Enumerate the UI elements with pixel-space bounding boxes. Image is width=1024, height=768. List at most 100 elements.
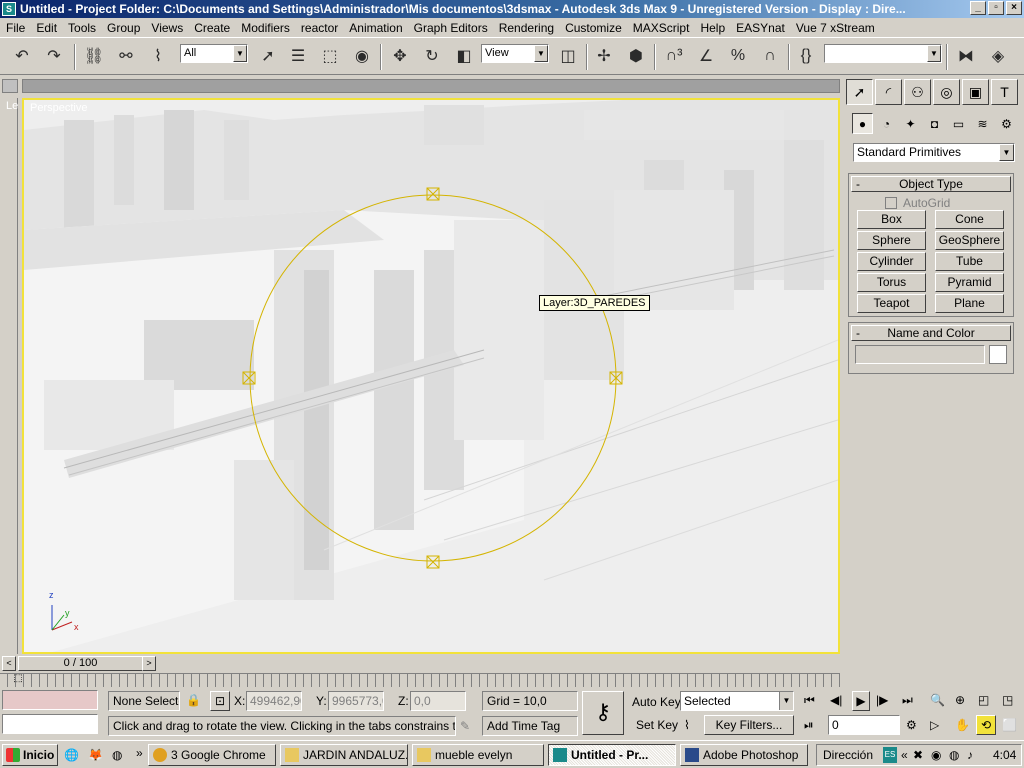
tray-security-icon[interactable]: ◉ [931,745,941,765]
mirror-icon[interactable]: ⧓ [952,42,980,70]
menu-rendering[interactable]: Rendering [493,21,559,35]
name-and-color-header[interactable]: - Name and Color [851,325,1011,341]
menu-easynat[interactable]: EASYnat [730,21,790,35]
select-object-icon[interactable]: ➚ [254,42,282,70]
language-indicator[interactable]: ES [883,747,897,763]
menu-help[interactable]: Help [694,21,730,35]
bind-space-warp-icon[interactable]: ⌇ [144,42,172,70]
task-mueble-evelyn[interactable]: mueble evelyn [412,744,544,766]
zoom-extents-icon[interactable]: ◰ [978,691,989,709]
menu-create[interactable]: Create [188,21,235,35]
autogrid-checkbox[interactable]: AutoGrid [885,196,950,210]
add-time-tag[interactable]: Add Time Tag [482,716,578,736]
rectangular-selection-icon[interactable]: ⬚ [316,42,344,70]
menu-views[interactable]: Views [145,21,188,35]
cone-button[interactable]: Cone [935,210,1004,229]
mini-curve-editor-icon[interactable]: ⬚ [2,673,34,687]
object-name-field[interactable] [855,345,985,364]
menu-graph-editors[interactable]: Graph Editors [408,21,493,35]
object-color-swatch[interactable] [989,345,1007,364]
menu-customize[interactable]: Customize [559,21,627,35]
time-tag-icon[interactable]: ✎ [460,717,470,735]
z-coordinate-field[interactable]: 0,0 [410,691,466,711]
tray-app-icon[interactable]: ✖ [913,745,923,765]
goto-start-icon[interactable]: ⏮ [804,691,815,709]
time-next-icon[interactable]: > [142,656,156,671]
select-by-name-icon[interactable]: ☰ [284,42,312,70]
lock-selection-icon[interactable]: 🔒 [186,691,201,709]
key-tangent-icon[interactable]: ⌇ [684,716,690,734]
motion-tab-icon[interactable]: ◎ [933,79,960,105]
close-button[interactable]: × [1006,1,1022,15]
spinner-snap-icon[interactable]: ∩ [756,42,784,70]
select-and-rotate-icon[interactable]: ↻ [418,42,446,70]
arc-rotate-icon[interactable]: ⟲ [976,715,996,735]
systems-icon[interactable]: ⚙ [996,113,1017,134]
torus-button[interactable]: Torus [857,273,926,292]
select-and-scale-icon[interactable]: ◧ [450,42,478,70]
window-crossing-icon[interactable]: ◉ [348,42,376,70]
menu-tools[interactable]: Tools [62,21,101,35]
maximize-button[interactable]: ▫ [988,1,1004,15]
shapes-icon[interactable]: ◔ [876,113,897,134]
align-icon[interactable]: ◈ [984,42,1012,70]
chrome-quicklaunch-icon[interactable]: ◍ [112,746,122,764]
task-3dsmax[interactable]: Untitled - Pr... [548,744,676,766]
quicklaunch-more-icon[interactable]: » [136,744,143,762]
menu-file[interactable]: File [0,21,30,35]
field-of-view-icon[interactable]: ▷ [930,716,939,734]
time-slider-thumb[interactable]: 0 / 100 [18,656,143,671]
display-tab-icon[interactable]: ▣ [962,79,989,105]
zoom-extents-all-icon[interactable]: ◳ [1002,691,1013,709]
pivot-center-icon[interactable]: ◫ [554,42,582,70]
key-filters-button[interactable]: Key Filters... [704,715,794,735]
zoom-icon[interactable]: 🔍 [930,691,945,709]
clock[interactable]: 4:04 [993,745,1016,765]
selection-filter-dropdown[interactable]: All ▼ [180,44,248,63]
select-and-link-icon[interactable]: ⛓ [80,42,108,70]
menu-vue-xstream[interactable]: Vue 7 xStream [790,21,880,35]
current-frame-field[interactable]: 0 [828,715,900,735]
space-warps-icon[interactable]: ≋ [972,113,993,134]
previous-frame-icon[interactable]: ◀︎| [830,691,842,709]
next-frame-icon[interactable]: |▶︎ [876,691,888,709]
menu-animation[interactable]: Animation [343,21,407,35]
task-google-chrome[interactable]: 3 Google Chrome [148,744,276,766]
timeline-track[interactable] [0,673,840,687]
select-and-manipulate-icon[interactable]: ✢ [590,42,618,70]
pan-view-icon[interactable]: ✋ [955,716,970,734]
named-selection-set-dropdown[interactable]: ▼ [824,44,942,63]
auto-key-button[interactable]: Auto Key [632,693,681,711]
select-and-move-icon[interactable]: ✥ [386,42,414,70]
tray-expand-icon[interactable]: « [901,745,908,765]
task-photoshop[interactable]: Adobe Photoshop [680,744,808,766]
pyramid-button[interactable]: Pyramid [935,273,1004,292]
create-tab-icon[interactable]: ➚ [846,79,873,105]
lights-icon[interactable]: ✦ [900,113,921,134]
x-coordinate-field[interactable]: 499462,90 [246,691,302,711]
cylinder-button[interactable]: Cylinder [857,252,926,271]
tube-button[interactable]: Tube [935,252,1004,271]
edit-named-selection-icon[interactable]: {} [792,42,820,70]
menu-modifiers[interactable]: Modifiers [235,21,295,35]
menu-group[interactable]: Group [101,21,145,35]
geosphere-button[interactable]: GeoSphere [935,231,1004,250]
set-key-large-icon[interactable]: ⚷ [582,691,624,735]
utilities-tab-icon[interactable]: T [991,79,1018,105]
track-bar-toggle[interactable] [2,79,18,93]
viewport-track-bar[interactable] [22,79,840,93]
object-category-dropdown[interactable]: Standard Primitives ▼ [853,143,1015,162]
task-jardin-andaluz[interactable]: JARDIN ANDALUZ... [280,744,408,766]
minimize-button[interactable]: _ [970,1,986,15]
helpers-icon[interactable]: ▭ [948,113,969,134]
perspective-viewport[interactable]: Perspective z y x Layer:3D_PAREDES [22,98,840,654]
3dsmax-app-icon[interactable]: S [2,2,16,16]
goto-end-icon[interactable]: ⏭ [902,691,913,709]
start-button[interactable]: Inicio [2,744,58,766]
geometry-icon[interactable]: ● [852,113,873,134]
sphere-button[interactable]: Sphere [857,231,926,250]
box-button[interactable]: Box [857,210,926,229]
y-coordinate-field[interactable]: 9965773,0 [328,691,384,711]
plane-button[interactable]: Plane [935,294,1004,313]
object-type-header[interactable]: - Object Type [851,176,1011,192]
